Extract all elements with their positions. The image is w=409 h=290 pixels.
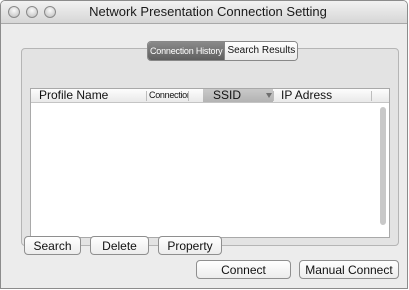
sort-descending-icon [266,93,272,98]
tab-connection-history[interactable]: Connection History [148,42,225,60]
window-title: Network Presentation Connection Setting [89,4,327,19]
delete-button[interactable]: Delete [90,236,149,255]
property-button[interactable]: Property [158,236,222,255]
column-divider [188,91,189,101]
manual-connect-button[interactable]: Manual Connect [299,260,399,279]
connection-table: Profile Name Connection SSID IP Adress [30,88,390,238]
connect-button[interactable]: Connect [196,260,291,279]
column-divider [146,91,147,101]
column-divider [371,91,372,101]
title-bar: Network Presentation Connection Setting [1,1,407,24]
column-header-ip-address[interactable]: IP Adress [281,89,361,102]
window-content: Connection History Search Results Profil… [1,24,407,288]
search-button[interactable]: Search [24,236,81,255]
tab-search-results[interactable]: Search Results [225,42,298,60]
tab-segmented-control: Connection History Search Results [147,41,299,61]
vertical-scrollbar[interactable] [380,107,386,225]
table-header: Profile Name Connection SSID IP Adress [31,89,389,103]
settings-window: Network Presentation Connection Setting … [0,0,408,289]
column-header-ssid[interactable]: SSID [203,89,273,102]
column-header-connection[interactable]: Connection [149,89,189,102]
column-divider [273,91,274,101]
column-header-profile-name[interactable]: Profile Name [39,89,139,102]
